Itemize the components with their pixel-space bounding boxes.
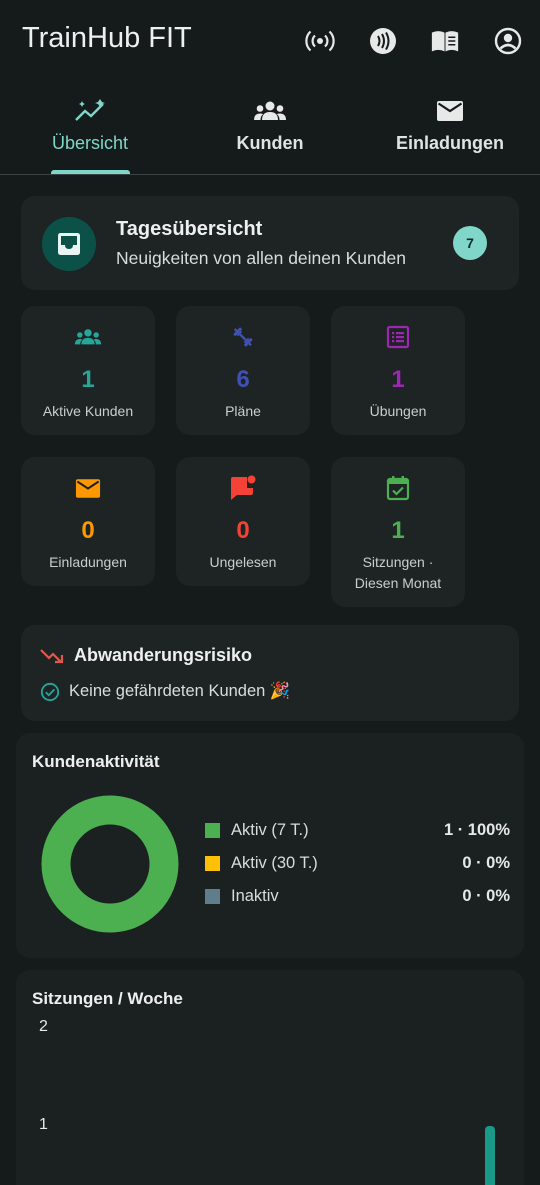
tab-label: Übersicht xyxy=(51,133,129,153)
session-bar xyxy=(485,1126,495,1185)
legend-swatch xyxy=(205,823,220,838)
churn-risk-card[interactable]: Abwanderungsrisiko Keine gefährdeten Kun… xyxy=(21,625,519,721)
stat-value: 1 xyxy=(391,517,405,544)
check-circle-icon xyxy=(40,682,60,707)
mail-icon xyxy=(360,96,540,126)
stat-invitations[interactable]: 0 Einladungen xyxy=(21,457,155,586)
app-bar: TrainHub FIT xyxy=(0,0,540,82)
sessions-per-week-card: Sitzungen / Woche 2 1 xyxy=(16,970,524,1185)
stat-label-line: Sitzungen · xyxy=(362,554,434,570)
chat-alert-icon xyxy=(176,475,310,501)
stat-label: Übungen xyxy=(369,403,427,419)
inbox-icon xyxy=(42,217,96,271)
stat-value: 0 xyxy=(81,517,95,544)
legend-value: 0 · 0% xyxy=(462,887,510,905)
legend-value: 0 · 0% xyxy=(462,854,510,872)
legend-label: Aktiv (30 T.) xyxy=(231,854,318,872)
stat-value: 1 xyxy=(81,366,95,393)
stat-label: Sitzungen · Diesen Monat xyxy=(335,552,461,594)
calendar-check-icon xyxy=(331,475,465,501)
stat-plans[interactable]: 6 Pläne xyxy=(176,306,310,435)
stat-value: 1 xyxy=(391,366,405,393)
legend-swatch xyxy=(205,889,220,904)
stat-label: Ungelesen xyxy=(209,554,277,570)
groups-icon xyxy=(180,96,360,126)
daily-summary-title: Tagesübersicht xyxy=(116,218,263,240)
legend-label: Aktiv (7 T.) xyxy=(231,821,309,839)
stat-exercises[interactable]: 1 Übungen xyxy=(331,306,465,435)
stat-active-customers[interactable]: 1 Aktive Kunden xyxy=(21,306,155,435)
stat-sessions-month[interactable]: 1 Sitzungen · Diesen Monat xyxy=(331,457,465,607)
trending-up-icon xyxy=(0,96,180,126)
legend-label: Inaktiv xyxy=(231,887,279,905)
daily-summary-card[interactable]: Tagesübersicht Neuigkeiten von allen dei… xyxy=(21,196,519,290)
donut-slice-0 xyxy=(41,795,179,933)
churn-risk-status: Keine gefährdeten Kunden 🎉 xyxy=(69,682,291,700)
groups-icon xyxy=(21,324,155,350)
list-icon xyxy=(331,324,465,350)
stat-label-line: Diesen Monat xyxy=(354,575,442,591)
tab-customers[interactable]: Kunden xyxy=(180,82,360,175)
stat-value: 0 xyxy=(236,517,250,544)
stat-unread[interactable]: 0 Ungelesen xyxy=(176,457,310,586)
notification-count-badge: 7 xyxy=(453,226,487,260)
legend-swatch xyxy=(205,856,220,871)
daily-summary-subtitle: Neuigkeiten von allen deinen Kunden xyxy=(116,248,406,268)
tab-invitations[interactable]: Einladungen xyxy=(360,82,540,175)
book-icon[interactable] xyxy=(430,26,460,56)
mail-icon xyxy=(21,475,155,501)
tab-bar: Übersicht Kunden Einladungen xyxy=(0,82,540,175)
y-tick-label: 1 xyxy=(39,1116,48,1133)
tab-overview[interactable]: Übersicht xyxy=(0,82,180,175)
app-title: TrainHub FIT xyxy=(22,22,192,54)
stat-value: 6 xyxy=(236,366,250,393)
tab-label: Kunden xyxy=(236,133,304,153)
customer-activity-card: Kundenaktivität Aktiv (7 T.) 1 · 100% Ak… xyxy=(16,733,524,958)
churn-risk-title: Abwanderungsrisiko xyxy=(74,645,253,665)
legend-value: 1 · 100% xyxy=(443,821,510,839)
customer-activity-title: Kundenaktivität xyxy=(32,752,160,771)
legend-item: Inaktiv 0 · 0% xyxy=(204,886,510,908)
dumbbell-icon xyxy=(176,324,310,350)
stat-label: Pläne xyxy=(225,403,261,419)
stat-label: Einladungen xyxy=(49,554,127,570)
y-tick-label: 2 xyxy=(39,1018,48,1035)
account-icon[interactable] xyxy=(493,26,523,56)
active-tab-indicator xyxy=(51,170,130,174)
broadcast-icon[interactable] xyxy=(305,26,335,56)
legend-item: Aktiv (30 T.) 0 · 0% xyxy=(204,853,510,875)
legend-item: Aktiv (7 T.) 1 · 100% xyxy=(204,820,510,842)
nfc-icon[interactable] xyxy=(368,26,398,56)
trending-down-icon xyxy=(40,647,64,670)
activity-donut-chart xyxy=(41,795,179,933)
stat-label: Aktive Kunden xyxy=(42,403,134,419)
sessions-per-week-title: Sitzungen / Woche xyxy=(32,989,183,1008)
tab-label: Einladungen xyxy=(396,133,504,153)
